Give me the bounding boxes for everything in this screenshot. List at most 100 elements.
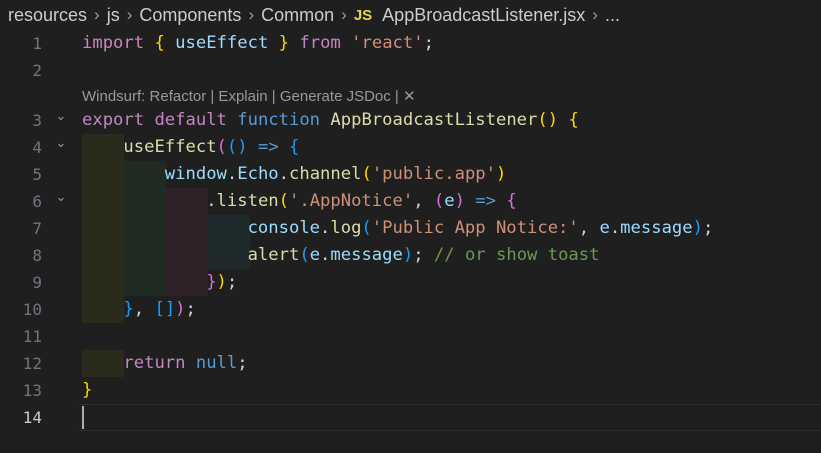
code-token: { [154, 33, 165, 53]
line-number: 7 [32, 219, 42, 238]
code-token: function [237, 110, 321, 130]
code-token: e [444, 191, 455, 211]
code-line[interactable]: .listen('.AppNotice', (e) => { [82, 188, 517, 215]
code-token: ; [237, 353, 248, 373]
code-token: { [506, 191, 517, 211]
code-token: } [123, 299, 134, 319]
code-line[interactable]: export default function AppBroadcastList… [82, 107, 579, 134]
code-token: 'public.app' [371, 164, 496, 184]
code-line[interactable]: useEffect(() => { [82, 134, 299, 161]
code-line[interactable]: }); [82, 269, 237, 296]
code-token: ( [299, 245, 310, 265]
code-token: window [164, 164, 227, 184]
code-token: => [257, 137, 279, 157]
current-line-highlight [78, 404, 821, 431]
code-token: return [123, 353, 186, 373]
text-cursor [82, 406, 84, 429]
line-number: 11 [22, 327, 42, 346]
chevron-down-icon[interactable]: ⌄ [54, 130, 68, 157]
code-token: channel [289, 164, 362, 184]
code-token: } [206, 272, 217, 292]
code-token: ( [433, 191, 445, 211]
breadcrumb-file[interactable]: AppBroadcastListener.jsx [382, 5, 585, 26]
code-line[interactable]: import { useEffect } from 'react'; [82, 30, 434, 57]
code-line[interactable]: } [82, 377, 92, 404]
code-token: 'Public App Notice:' [371, 218, 579, 238]
code-token: export [82, 110, 145, 130]
breadcrumb-more[interactable]: ... [605, 5, 620, 26]
code-line[interactable]: window.Echo.channel('public.app') [82, 161, 507, 188]
code-line[interactable]: alert(e.message); // or show toast [82, 242, 600, 269]
breadcrumb-item-js[interactable]: js [107, 5, 120, 26]
code-token: , [133, 299, 155, 319]
code-token: import [82, 33, 145, 53]
code-token: . [320, 245, 331, 265]
code-token: AppBroadcastListener [330, 110, 538, 130]
codelens-actions[interactable]: Windsurf: Refactor | Explain | Generate … [82, 86, 416, 108]
code-token: e [309, 245, 321, 265]
breadcrumb: resources › js › Components › Common › JS AppBroa… [0, 0, 821, 30]
code-line[interactable]: console.log('Public App Notice:', e.mess… [82, 215, 714, 242]
code-token: . [320, 218, 331, 238]
code-token: } [278, 33, 290, 53]
line-number: 8 [32, 246, 42, 265]
code-token: , [578, 218, 600, 238]
code-line[interactable]: }, []); [82, 296, 196, 323]
line-number: 1 [32, 34, 42, 53]
code-token: useEffect [123, 137, 217, 157]
code-token: ; [702, 218, 714, 238]
code-token: listen [216, 191, 279, 211]
chevron-right-icon: › [248, 5, 255, 24]
code-token: null [195, 353, 238, 373]
chevron-down-icon[interactable]: ⌄ [54, 103, 68, 130]
code-line[interactable]: return null; [82, 350, 248, 377]
code-token: ) [692, 218, 703, 238]
code-token: ) [402, 245, 414, 265]
code-token: '.AppNotice' [289, 191, 414, 211]
line-number: 9 [32, 273, 42, 292]
code-token: . [226, 164, 238, 184]
code-token: } [82, 380, 93, 400]
code-token: e [599, 218, 610, 238]
code-token: Echo [237, 164, 279, 184]
line-number: 3 [32, 111, 42, 130]
code-token: ; [413, 245, 434, 265]
code-token: [] [154, 299, 176, 319]
line-number: 13 [22, 381, 42, 400]
code-token: log [330, 218, 362, 238]
js-file-icon: JS [353, 6, 373, 24]
code-token: message [620, 218, 693, 238]
chevron-down-icon[interactable]: ⌄ [54, 184, 68, 211]
code-token: ( [361, 218, 372, 238]
code-token: ( [216, 137, 227, 157]
line-number: 4 [32, 138, 42, 157]
breadcrumb-item-resources[interactable]: resources [8, 5, 87, 26]
chevron-right-icon: › [126, 5, 133, 24]
line-number: 2 [32, 61, 42, 80]
chevron-right-icon: › [94, 5, 100, 24]
code-token: ; [185, 299, 196, 319]
code-token: // or show toast [433, 245, 600, 265]
breadcrumb-item-components[interactable]: Components [139, 5, 241, 26]
chevron-right-icon: › [592, 5, 598, 24]
code-token: ; [226, 272, 238, 292]
code-token: () [537, 110, 559, 130]
breadcrumb-item-common[interactable]: Common [261, 5, 334, 26]
code-token: from [299, 33, 341, 53]
